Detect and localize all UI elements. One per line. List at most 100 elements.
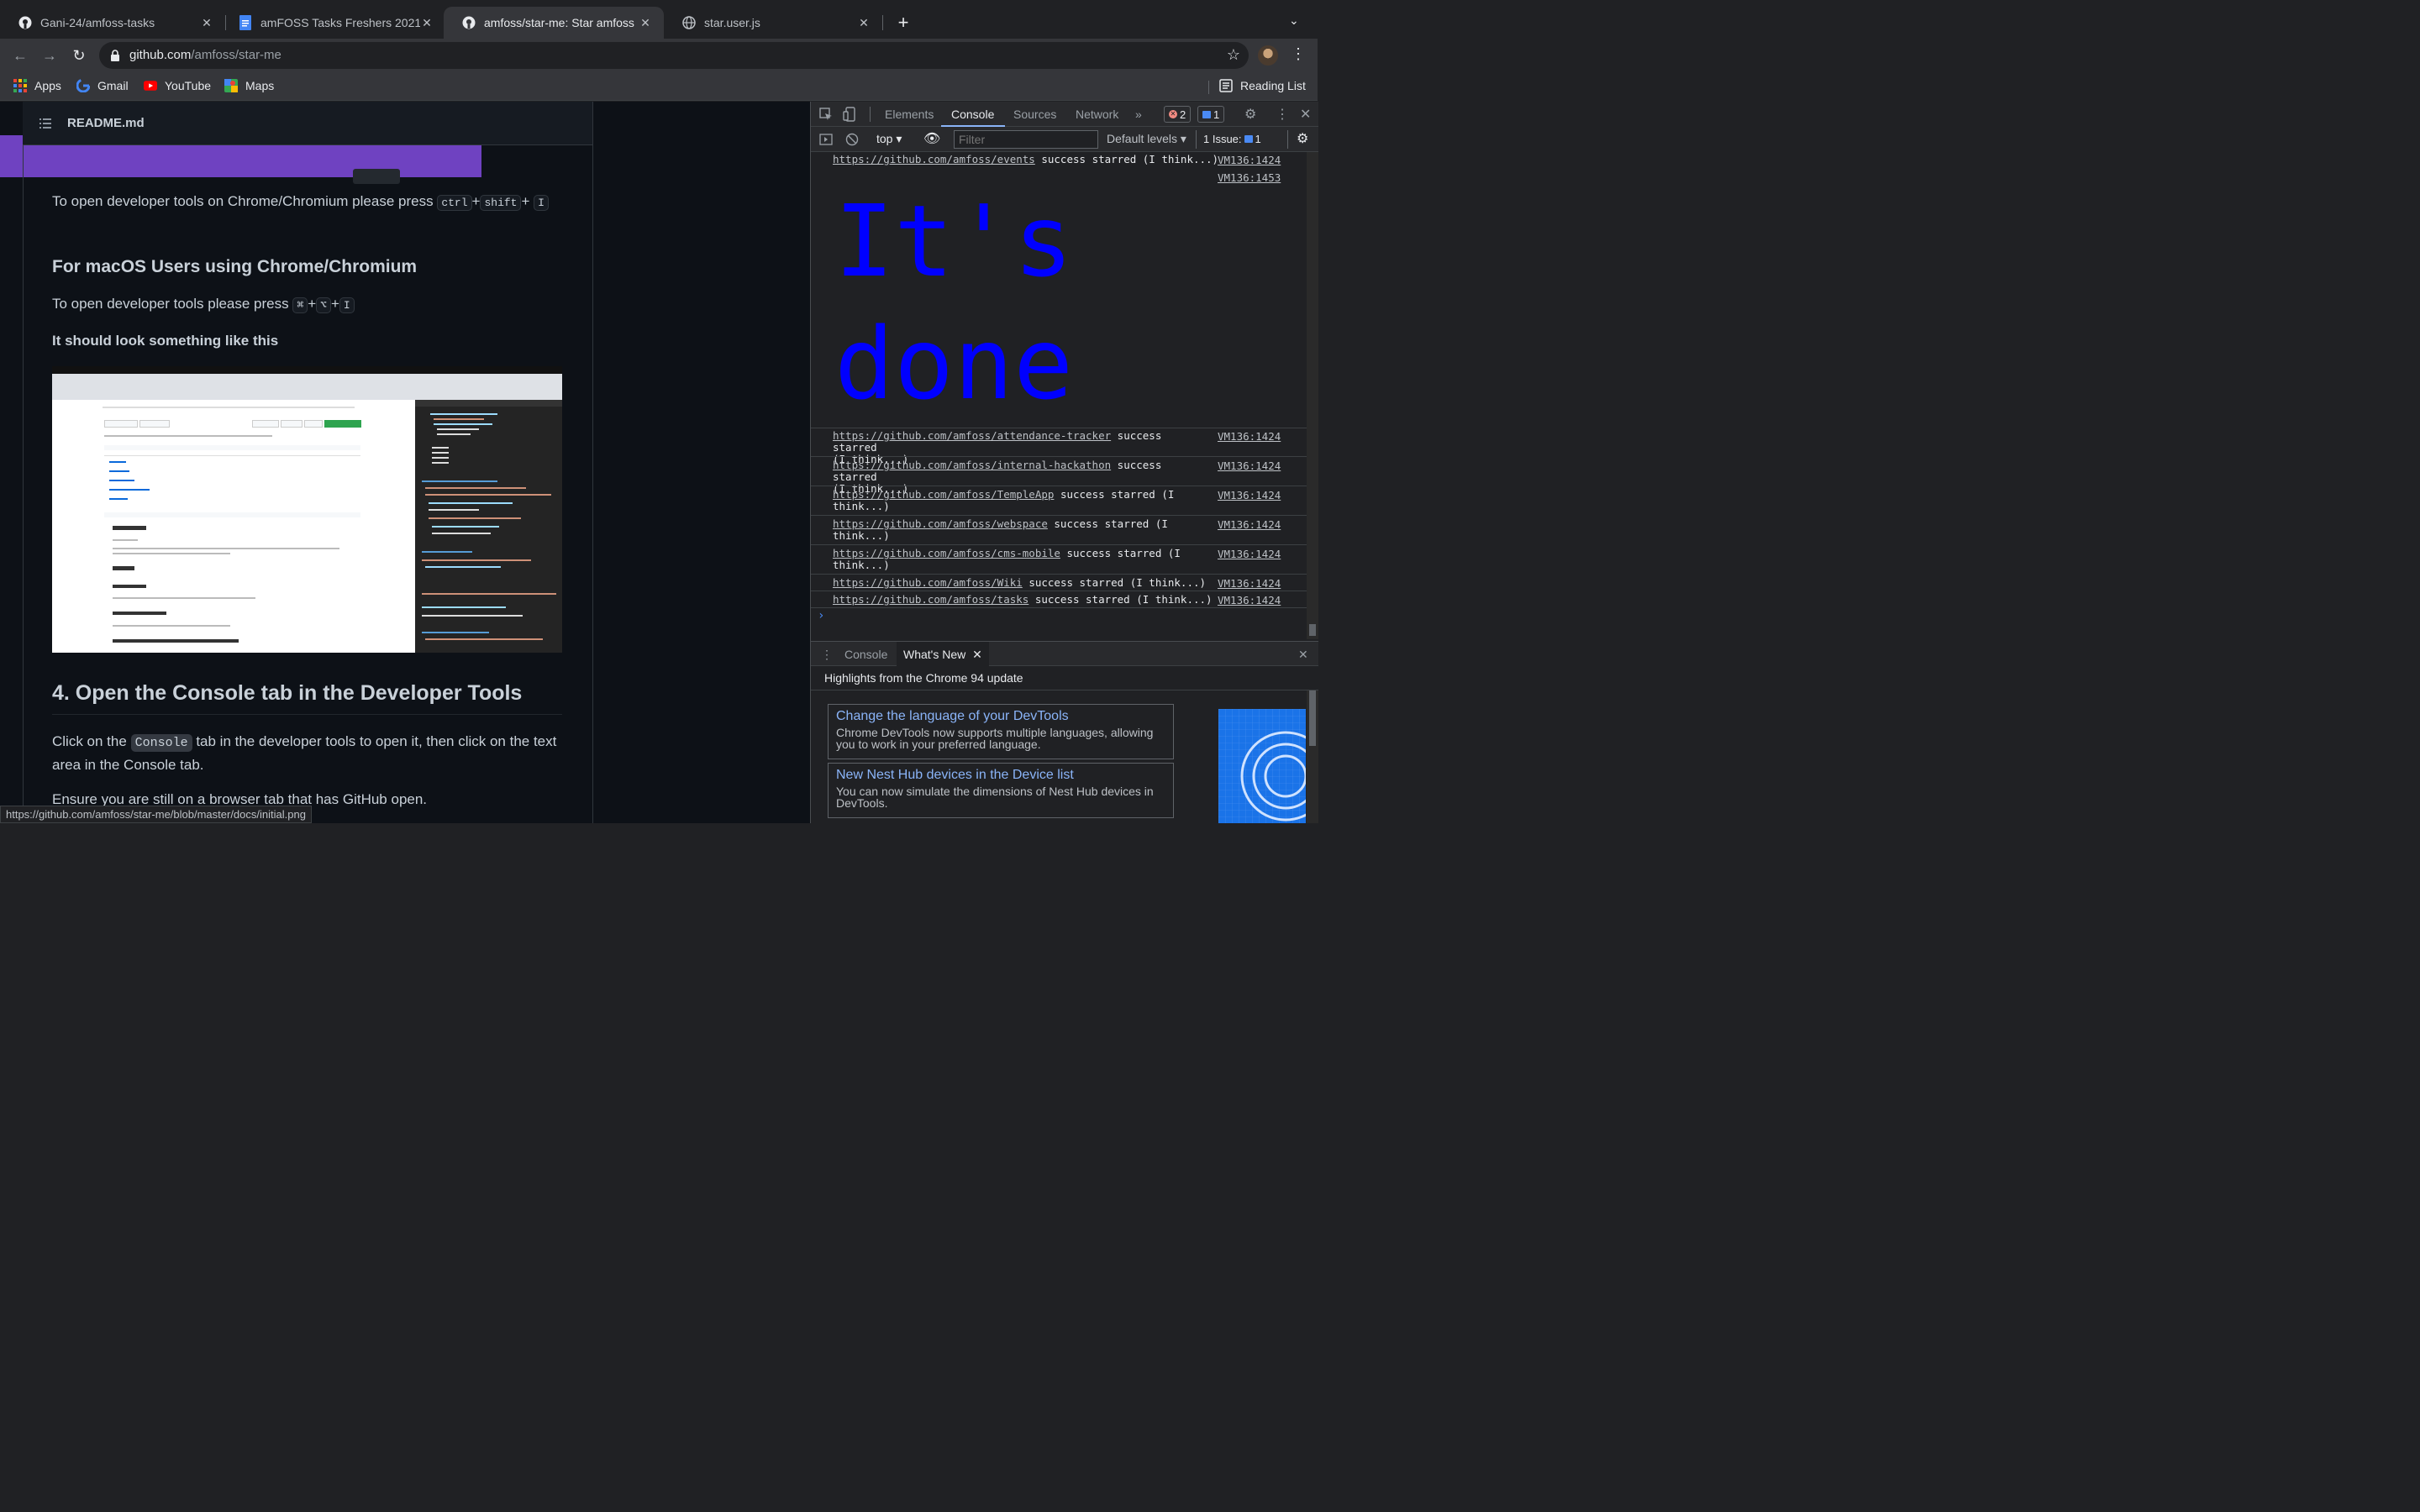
back-arrow-icon[interactable]: ← <box>10 45 30 66</box>
message-icon <box>1202 110 1211 118</box>
browser-tab[interactable]: star.user.js ✕ <box>664 7 882 39</box>
bookmark-star-icon[interactable]: ☆ <box>1227 46 1240 64</box>
styled-log-text: It's <box>834 183 1074 299</box>
reading-list-button[interactable]: Reading List <box>1219 79 1306 92</box>
bookmarks-separator <box>1208 81 1209 94</box>
tab-sources[interactable]: Sources <box>1013 108 1056 121</box>
bookmark-label: Gmail <box>97 79 129 92</box>
log-source-link[interactable]: VM136:1424 <box>1218 459 1281 472</box>
whats-new-illustration <box>1218 709 1306 823</box>
card-title-link[interactable]: Change the language of your DevTools <box>836 709 1165 724</box>
new-tab-button[interactable]: + <box>894 13 913 32</box>
tab-title: Gani-24/amfoss-tasks <box>40 16 155 29</box>
console-output[interactable]: https://github.com/amfoss/events success… <box>811 152 1307 639</box>
card-title-link[interactable]: New Nest Hub devices in the Device list <box>836 768 1165 783</box>
github-icon <box>18 16 32 29</box>
log-url-link[interactable]: https://github.com/amfoss/cms-mobile <box>833 547 1060 559</box>
drawer-menu-icon[interactable]: ⋮ <box>821 648 833 662</box>
forward-arrow-icon[interactable]: → <box>39 45 60 66</box>
youtube-icon <box>144 81 157 91</box>
close-tab-icon[interactable]: ✕ <box>200 16 213 29</box>
devtools-menu-icon[interactable]: ⋮ <box>1276 106 1289 123</box>
browser-tab-active[interactable]: amfoss/star-me: Star amfoss R ✕ <box>444 7 664 39</box>
close-tab-icon[interactable]: ✕ <box>420 16 434 29</box>
log-source-link[interactable]: VM136:1424 <box>1218 154 1281 166</box>
browser-tab[interactable]: Gani-24/amfoss-tasks ✕ <box>0 7 225 39</box>
console-prompt[interactable]: › <box>818 609 824 622</box>
log-source-link[interactable]: VM136:1424 <box>1218 518 1281 531</box>
console-scrollbar[interactable] <box>1307 152 1318 639</box>
bookmark-label: YouTube <box>165 79 212 92</box>
address-bar[interactable]: github.com/amfoss/star-me ☆ <box>99 42 1249 69</box>
tab-strip: Gani-24/amfoss-tasks ✕ amFOSS Tasks Fres… <box>0 0 1318 39</box>
globe-icon <box>682 16 696 29</box>
device-toolbar-icon[interactable] <box>843 107 856 122</box>
close-devtools-icon[interactable]: ✕ <box>1300 106 1311 123</box>
clear-console-icon[interactable] <box>845 133 859 146</box>
apps-grid-icon <box>13 79 27 92</box>
drawer-tab-console[interactable]: Console <box>844 648 887 661</box>
inspect-element-icon[interactable] <box>819 108 833 121</box>
console-log-entry: https://github.com/amfoss/tasks success … <box>833 593 1213 606</box>
bookmark-maps[interactable]: Maps <box>224 79 274 92</box>
chrome-menu-icon[interactable]: ⋮ <box>1291 45 1306 63</box>
log-url-link[interactable]: https://github.com/amfoss/internal-hacka… <box>833 459 1111 471</box>
log-source-link[interactable]: VM136:1424 <box>1218 548 1281 560</box>
log-url-link[interactable]: https://github.com/amfoss/webspace <box>833 517 1048 530</box>
close-tab-icon[interactable]: ✕ <box>639 16 652 29</box>
drawer-tab-whats-new[interactable]: What's New ✕ <box>897 642 989 667</box>
bookmark-apps[interactable]: Apps <box>13 79 61 92</box>
console-log-entry: https://github.com/amfoss/events success… <box>833 153 1219 165</box>
devtools-example-screenshot[interactable] <box>52 366 562 653</box>
log-url-link[interactable]: https://github.com/amfoss/TempleApp <box>833 488 1054 501</box>
readme-filename: README.md <box>67 116 145 130</box>
sidebar-toggle-icon[interactable] <box>819 134 833 145</box>
close-tab-icon[interactable]: ✕ <box>857 16 871 29</box>
tab-network[interactable]: Network <box>1076 108 1118 121</box>
tab-console[interactable]: Console <box>951 108 994 121</box>
log-source-link[interactable]: VM136:1424 <box>1218 489 1281 501</box>
console-log-entry: https://github.com/amfoss/TempleApp succ… <box>833 488 1175 512</box>
reload-icon[interactable]: ↻ <box>69 45 89 66</box>
whats-new-card[interactable]: New Nest Hub devices in the Device list … <box>828 763 1174 818</box>
content-border <box>23 102 24 823</box>
whats-new-card[interactable]: Change the language of your DevTools Chr… <box>828 704 1174 759</box>
heading-look-like: It should look something like this <box>52 333 279 349</box>
log-source-link[interactable]: VM136:1424 <box>1218 594 1281 606</box>
close-drawer-icon[interactable]: ✕ <box>1298 648 1308 662</box>
tab-elements[interactable]: Elements <box>885 108 934 121</box>
log-url-link[interactable]: https://github.com/amfoss/tasks <box>833 593 1028 606</box>
paragraph-chrome-shortcut: To open developer tools on Chrome/Chromi… <box>52 191 562 214</box>
error-count-badge[interactable]: ✕ 2 <box>1164 106 1192 123</box>
message-count-badge[interactable]: 1 <box>1197 106 1225 123</box>
kbd-key: ⌥ <box>316 297 331 313</box>
log-url-link[interactable]: https://github.com/amfoss/Wiki <box>833 576 1023 589</box>
console-settings-gear-icon[interactable]: ⚙ <box>1297 130 1308 147</box>
log-url-link[interactable]: https://github.com/amfoss/events <box>833 153 1035 165</box>
bookmark-youtube[interactable]: YouTube <box>144 79 211 92</box>
bookmark-gmail[interactable]: Gmail <box>76 79 129 92</box>
paragraph-click-console: Click on the Console tab in the develope… <box>52 733 557 773</box>
tab-separator <box>882 15 883 30</box>
profile-avatar[interactable] <box>1258 45 1278 66</box>
more-tabs-icon[interactable]: » <box>1135 108 1142 121</box>
settings-gear-icon[interactable]: ⚙ <box>1244 106 1256 123</box>
close-drawer-tab-icon[interactable]: ✕ <box>972 648 982 661</box>
log-source-link[interactable]: VM136:1424 <box>1218 430 1281 443</box>
log-source-link[interactable]: VM136:1424 <box>1218 577 1281 590</box>
tab-search-chevron-icon[interactable]: ⌄ <box>1289 13 1299 28</box>
list-outline-icon[interactable] <box>39 118 51 129</box>
whats-new-scrollbar[interactable] <box>1307 690 1318 823</box>
bookmark-label: Apps <box>34 79 61 92</box>
whats-new-heading: Highlights from the Chrome 94 update <box>824 671 1023 685</box>
eye-icon[interactable]: 👁 <box>923 130 940 147</box>
log-url-link[interactable]: https://github.com/amfoss/attendance-tra… <box>833 429 1111 442</box>
console-filter-input[interactable] <box>954 130 1098 149</box>
log-levels-dropdown[interactable]: Default levels ▾ <box>1107 132 1186 146</box>
log-source-link[interactable]: VM136:1453 <box>1218 171 1281 184</box>
card-description: You can now simulate the dimensions of N… <box>836 785 1154 810</box>
context-selector[interactable]: top ▾ <box>876 132 902 146</box>
browser-tab[interactable]: amFOSS Tasks Freshers 2021 - ✕ <box>220 7 445 39</box>
issues-button[interactable]: 1 Issue: 1 <box>1199 130 1265 147</box>
readme-sticky-header: README.md <box>23 102 592 145</box>
